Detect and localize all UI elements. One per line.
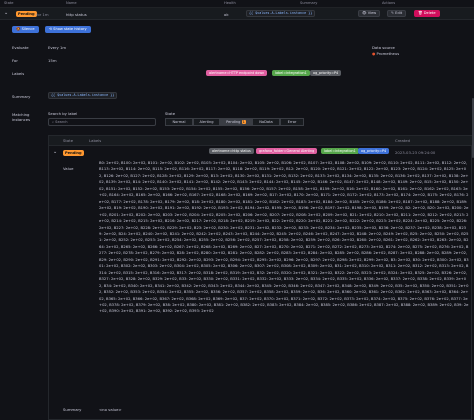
rule-row[interactable]: ⌄ Pending for 1m http status ok {{ $valu… <box>0 8 474 20</box>
search-placeholder: Search <box>55 120 68 124</box>
col-created: Created <box>395 138 411 143</box>
edit-label: Edit <box>395 11 403 15</box>
chevron-down-icon[interactable]: ⌄ <box>53 150 57 155</box>
rule-name: http status <box>66 12 87 17</box>
label-chip: label=integration1 <box>272 70 310 76</box>
delete-button[interactable]: 🗑 Delete <box>414 10 440 17</box>
history-label: Show state history <box>53 27 87 31</box>
datasource-name: Prometheus <box>376 51 400 56</box>
col-labels: Labels <box>89 138 102 143</box>
instance-label-chip: grafana_folder=General Alerting <box>256 148 318 154</box>
rule-state-badge: Pending <box>16 11 37 17</box>
eye-icon: 👁 <box>362 11 367 15</box>
search-input[interactable]: ⌕ Search <box>48 118 156 126</box>
show-state-history-button[interactable]: ⟲ Show state history <box>45 26 91 33</box>
label-chip: og_priority=P4 <box>310 70 342 76</box>
search-label: Search by label <box>48 111 78 116</box>
instances-table: State Labels Created ⌄ Pending alertname… <box>48 135 473 420</box>
header-summary: Summary <box>300 1 318 5</box>
delete-label: Delete <box>423 11 436 15</box>
col-state: State <box>63 138 74 143</box>
matching-instances-label: Matching instances <box>12 112 31 122</box>
header-state: State <box>4 1 14 5</box>
instance-label-chip: og_priority=P4 <box>358 148 390 154</box>
filter-pending[interactable]: Pending 1 <box>220 118 252 126</box>
for-label: For <box>12 58 18 63</box>
history-icon: ⟲ <box>49 27 53 31</box>
pencil-icon: ✎ <box>391 11 395 15</box>
silence-label: Silence <box>21 27 35 31</box>
instance-created: 2023-03-23 09:24:00 <box>395 150 436 155</box>
edit-button[interactable]: ✎ Edit <box>387 10 407 17</box>
evaluate-label: Evaluate <box>12 45 29 50</box>
instance-label-chip: label=integration1 <box>321 148 359 154</box>
instance-summary-value: <no value> <box>99 407 122 412</box>
rule-summary: {{ $values.A.Labels.instance }} <box>246 10 316 17</box>
summary-value: {{ $values.A.Labels.instance }} <box>48 92 118 99</box>
instance-label-chip: alertname=http status <box>209 148 254 154</box>
silence-button[interactable]: 🔕 Silence <box>12 26 39 33</box>
instance-value-text: B0: 2e+02, B100: 2e+02, B101: 2e+02, B10… <box>99 161 469 314</box>
value-label: Value <box>63 166 74 171</box>
for-value: 15m <box>48 58 57 63</box>
header-actions: Actions <box>382 1 396 5</box>
rules-table-header: State Name Health Summary Actions <box>0 0 474 8</box>
instance-summary-label: Summary <box>63 407 82 412</box>
chevron-down-icon[interactable]: ⌄ <box>4 11 8 16</box>
search-icon: ⌕ <box>52 120 55 124</box>
filter-pending-label: Pending <box>226 120 241 124</box>
rule-duration: for 1m <box>36 12 49 17</box>
header-name: Name <box>66 1 77 5</box>
filter-error[interactable]: Error <box>280 118 304 126</box>
datasource-value: ● Prometheus <box>372 51 399 56</box>
filter-normal[interactable]: Normal <box>165 118 193 126</box>
header-health: Health <box>224 1 236 5</box>
label-chip: alertname=HTTP endpoint down <box>206 70 268 76</box>
datasource-label: Data source <box>372 45 395 50</box>
trash-icon: 🗑 <box>418 11 423 15</box>
filter-alerting[interactable]: Alerting <box>193 118 220 126</box>
summary-label: Summary <box>12 94 31 99</box>
instance-state-badge: Pending <box>63 150 84 156</box>
pending-count-badge: 1 <box>241 120 246 124</box>
evaluate-value: Every 1m <box>48 45 67 50</box>
prometheus-icon: ● <box>372 51 376 56</box>
instances-table-header: State Labels Created <box>49 136 473 146</box>
bell-slash-icon: 🔕 <box>16 27 21 31</box>
state-label: State <box>165 111 176 116</box>
view-button[interactable]: 👁 View <box>358 10 381 17</box>
labels-label: Labels <box>12 71 25 76</box>
rule-health: ok <box>224 12 229 17</box>
view-label: View <box>367 11 377 15</box>
filter-nodata[interactable]: NoData <box>252 118 280 126</box>
